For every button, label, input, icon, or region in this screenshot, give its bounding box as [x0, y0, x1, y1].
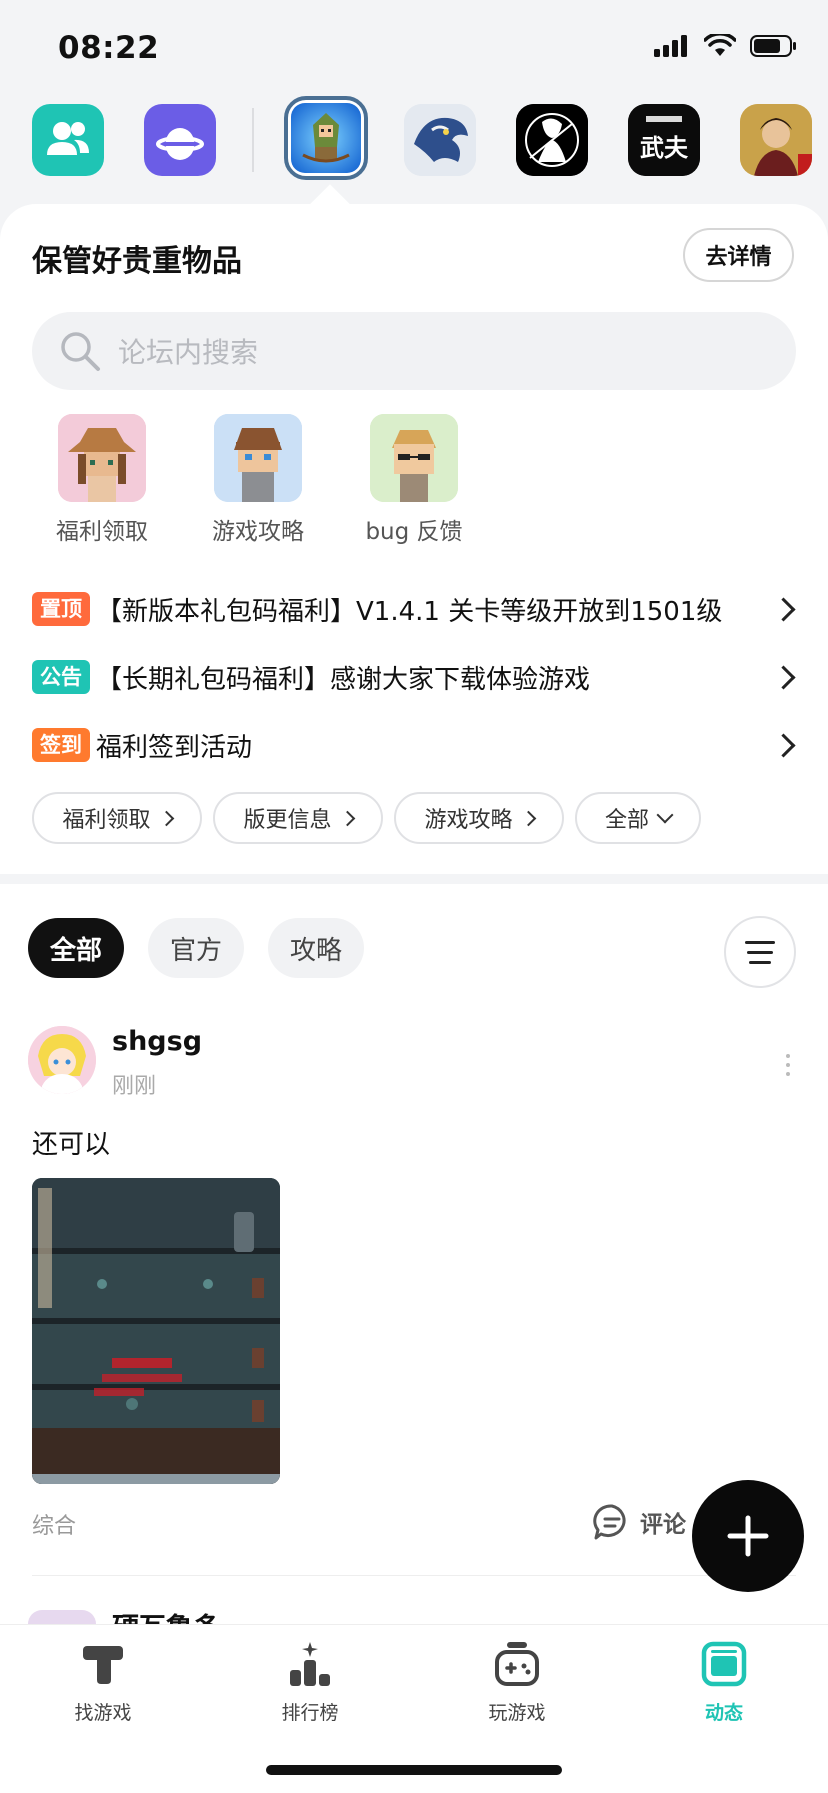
feed-icon — [701, 1641, 747, 1687]
next-post-peek: 硬瓦鲁多 — [0, 1600, 828, 1624]
notice-text: 福利签到活动 — [96, 732, 253, 763]
pill-label: 游戏攻略 — [424, 808, 513, 833]
pill-welfare[interactable]: 福利领取 — [32, 792, 202, 844]
chevron-right-icon — [520, 810, 536, 826]
hammer-icon — [83, 1646, 123, 1684]
post-text: 还可以 — [32, 1130, 111, 1160]
hero-game-app-icon[interactable] — [740, 104, 812, 176]
avatar[interactable] — [28, 1026, 96, 1094]
more-options-icon[interactable] — [786, 1054, 790, 1076]
chevron-right-icon — [158, 810, 174, 826]
post-time: 刚刚 — [112, 1074, 157, 1099]
quick-link-guide[interactable]: 游戏攻略 — [193, 414, 323, 546]
nav-find-games[interactable]: 找游戏 — [43, 1640, 163, 1725]
notice-checkin[interactable]: 签到 福利签到活动 — [32, 724, 802, 766]
ink-warrior-app-icon[interactable] — [516, 104, 588, 176]
filter-button[interactable] — [724, 916, 796, 988]
signal-icon — [654, 35, 687, 57]
chevron-right-icon — [339, 810, 355, 826]
status-time: 08:22 — [58, 30, 160, 66]
status-icons — [654, 34, 798, 58]
create-post-button[interactable] — [692, 1480, 804, 1592]
quick-link-bug-report[interactable]: bug 反馈 — [349, 414, 479, 546]
nav-label: 找游戏 — [74, 1702, 132, 1724]
guide-character-icon — [214, 414, 302, 502]
menu-line-icon — [745, 940, 775, 944]
chevron-right-icon — [771, 732, 796, 758]
quick-link-welfare[interactable]: 福利领取 — [37, 414, 167, 546]
tab-all[interactable]: 全部 — [28, 918, 124, 978]
pinned-tag: 置顶 — [32, 592, 90, 626]
current-game-app-icon[interactable] — [284, 96, 368, 180]
detail-button[interactable]: 去详情 — [683, 228, 794, 282]
gamepad-icon — [495, 1642, 539, 1686]
chevron-right-icon — [771, 664, 796, 690]
welfare-character-icon — [58, 414, 146, 502]
nav-ranking[interactable]: 排行榜 — [250, 1640, 370, 1725]
notice-pinned[interactable]: 置顶 【新版本礼包码福利】V1.4.1 关卡等级开放到1501级 — [32, 588, 802, 630]
notice-text: 【长期礼包码福利】感谢大家下载体验游戏 — [96, 664, 591, 695]
ranking-icon — [290, 1642, 330, 1686]
forum-search-input[interactable]: 论坛内搜索 — [32, 312, 796, 390]
menu-line-icon — [747, 950, 773, 954]
menu-line-icon — [749, 960, 771, 964]
pill-label: 全部 — [604, 808, 649, 833]
pill-label: 版更信息 — [243, 808, 332, 833]
plus-icon — [727, 1515, 769, 1557]
wifi-icon — [704, 34, 736, 56]
comment-label: 评论 — [640, 1512, 686, 1538]
dragon-game-app-icon[interactable] — [404, 104, 476, 176]
planet-app-icon[interactable] — [144, 104, 216, 176]
checkin-tag: 签到 — [32, 728, 90, 762]
nav-label: 动态 — [704, 1702, 743, 1724]
nav-play-games[interactable]: 玩游戏 — [457, 1640, 577, 1725]
post-username[interactable]: shgsg — [112, 1026, 202, 1057]
tab-guide[interactable]: 攻略 — [268, 918, 364, 978]
home-indicator[interactable] — [266, 1765, 562, 1775]
forum-title: 保管好贵重物品 — [32, 244, 242, 279]
post-image[interactable] — [32, 1178, 280, 1484]
pill-all[interactable]: 全部 — [575, 792, 701, 844]
nav-label: 排行榜 — [281, 1702, 339, 1724]
pill-label: 福利领取 — [62, 808, 151, 833]
chevron-right-icon — [771, 596, 796, 622]
quick-link-label: 福利领取 — [56, 519, 148, 545]
battery-icon — [750, 35, 796, 57]
app-row-divider — [252, 108, 254, 172]
comment-icon — [593, 1504, 626, 1540]
notice-text: 【新版本礼包码福利】V1.4.1 关卡等级开放到1501级 — [96, 596, 723, 627]
svg-text:武夫: 武夫 — [640, 134, 689, 162]
search-icon — [61, 332, 100, 371]
bug-character-icon — [370, 414, 458, 502]
pill-update-info[interactable]: 版更信息 — [213, 792, 383, 844]
martial-game-app-icon[interactable]: 武夫 — [628, 104, 700, 176]
quick-link-label: 游戏攻略 — [212, 519, 304, 545]
friends-app-icon[interactable] — [32, 104, 104, 176]
pill-guide[interactable]: 游戏攻略 — [394, 792, 564, 844]
search-placeholder: 论坛内搜索 — [118, 336, 259, 369]
post-category[interactable]: 综合 — [32, 1508, 76, 1540]
chevron-down-icon — [656, 806, 674, 824]
tab-official[interactable]: 官方 — [148, 918, 244, 978]
announcement-tag: 公告 — [32, 660, 90, 694]
notice-announcement[interactable]: 公告 【长期礼包码福利】感谢大家下载体验游戏 — [32, 656, 802, 698]
comment-button[interactable]: 评论 — [592, 1502, 686, 1542]
nav-feed[interactable]: 动态 — [664, 1640, 784, 1725]
next-post-username: 硬瓦鲁多 — [112, 1606, 220, 1624]
post-divider — [32, 1575, 796, 1576]
nav-label: 玩游戏 — [488, 1702, 546, 1724]
quick-link-label: bug 反馈 — [365, 519, 463, 545]
